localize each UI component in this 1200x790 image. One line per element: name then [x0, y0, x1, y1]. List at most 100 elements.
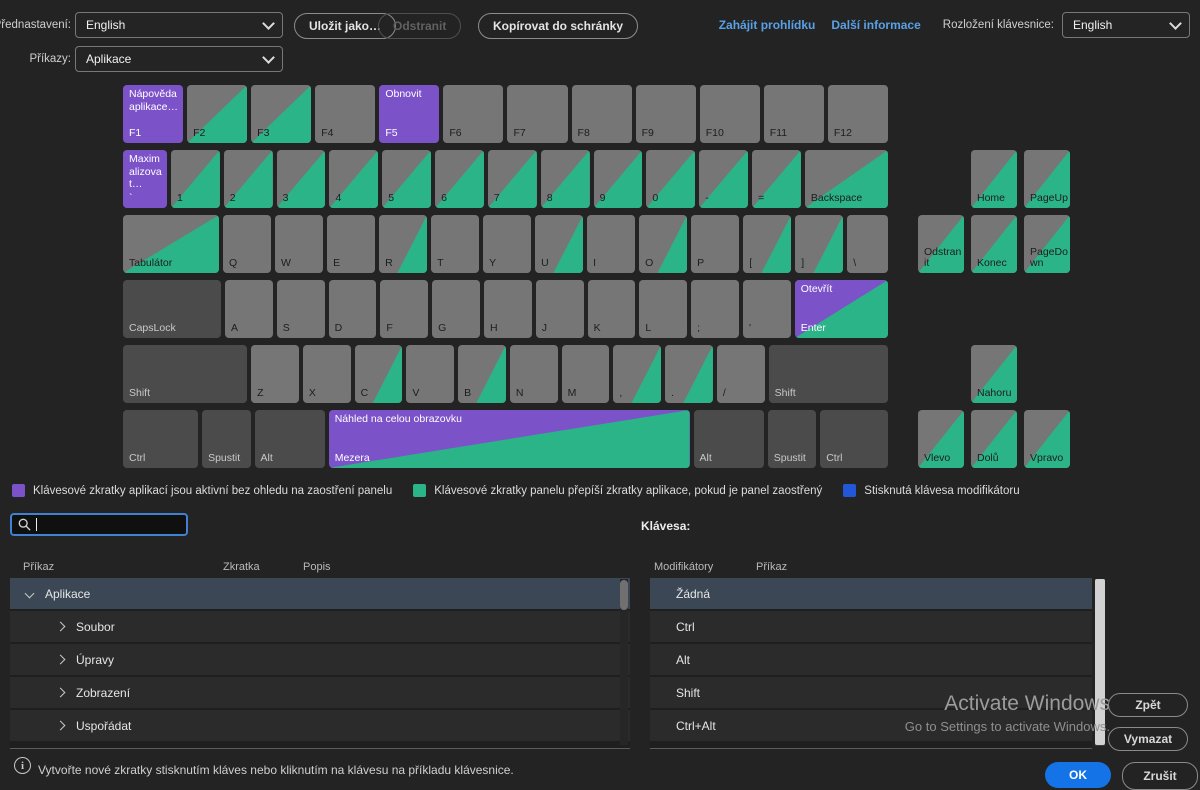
command-row[interactable]: Zobrazení	[10, 677, 630, 708]
preset-select[interactable]: English	[75, 12, 283, 38]
key-P[interactable]: P	[691, 215, 740, 273]
key-7[interactable]: 7	[487, 150, 537, 208]
command-row[interactable]: Úpravy	[10, 644, 630, 675]
chevron-right-icon[interactable]	[55, 654, 66, 665]
key-Vpravo[interactable]: Vpravo	[1024, 410, 1070, 468]
key-4[interactable]: 4	[329, 150, 379, 208]
key-Ctrl[interactable]: Ctrl	[820, 410, 888, 468]
key-0[interactable]: 0	[646, 150, 696, 208]
key-=[interactable]: =	[752, 150, 801, 208]
scrollbar[interactable]	[620, 579, 628, 745]
key-Alt[interactable]: Alt	[254, 410, 325, 468]
key-T[interactable]: T	[431, 215, 480, 273]
key-`[interactable]: Maximalizovat… `	[123, 150, 167, 208]
key-B[interactable]: B	[458, 345, 506, 403]
key-][interactable]: ]	[795, 215, 844, 273]
key-\[interactable]: \	[847, 215, 889, 273]
key-F5[interactable]: Obnovit F5	[379, 85, 440, 143]
key-6[interactable]: 6	[435, 150, 484, 208]
key-C[interactable]: C	[354, 345, 403, 403]
undo-button[interactable]: Zpět	[1108, 693, 1188, 717]
key-F1[interactable]: Nápověda aplikace… F1	[123, 85, 184, 143]
key-Spustit[interactable]: Spustit	[202, 410, 251, 468]
ok-button[interactable]: OK	[1045, 762, 1111, 788]
key-Alt[interactable]: Alt	[693, 410, 764, 468]
key-S[interactable]: S	[276, 280, 325, 338]
key-,[interactable]: ,	[613, 345, 662, 403]
key-F2[interactable]: F2	[187, 85, 248, 143]
key-3[interactable]: 3	[276, 150, 326, 208]
key-I[interactable]: I	[587, 215, 636, 273]
key-1[interactable]: 1	[170, 150, 220, 208]
key-Shift[interactable]: Shift	[123, 345, 248, 403]
modifier-row[interactable]: Alt	[650, 644, 1092, 675]
key-[[interactable]: [	[743, 215, 792, 273]
key-F12[interactable]: F12	[827, 85, 888, 143]
key-5[interactable]: 5	[382, 150, 432, 208]
key-F3[interactable]: F3	[251, 85, 312, 143]
key-8[interactable]: 8	[540, 150, 590, 208]
key-Mezera[interactable]: Náhled na celou obrazovku Mezera	[328, 410, 690, 468]
commands-select[interactable]: Aplikace	[75, 46, 283, 72]
command-row[interactable]: Aplikace	[10, 578, 630, 609]
key-M[interactable]: M	[561, 345, 610, 403]
clear-button[interactable]: Vymazat	[1108, 727, 1188, 751]
key-F10[interactable]: F10	[699, 85, 760, 143]
key-Nahoru[interactable]: Nahoru	[971, 345, 1017, 403]
chevron-right-icon[interactable]	[55, 720, 66, 731]
key-F4[interactable]: F4	[315, 85, 376, 143]
key-CapsLock[interactable]: CapsLock	[123, 280, 221, 338]
key-R[interactable]: R	[379, 215, 428, 273]
modifier-row[interactable]: Shift	[650, 677, 1092, 708]
remove-button[interactable]: Odstranit	[378, 13, 462, 39]
key-W[interactable]: W	[275, 215, 324, 273]
copy-to-clipboard-button[interactable]: Kopírovat do schránky	[478, 13, 639, 39]
key-Z[interactable]: Z	[251, 345, 299, 403]
key-Spustit[interactable]: Spustit	[767, 410, 817, 468]
command-row[interactable]: Uspořádat	[10, 710, 630, 741]
modifier-row[interactable]: Ctrl+Alt	[650, 710, 1092, 741]
chevron-right-icon[interactable]	[55, 687, 66, 698]
key-PageDown[interactable]: PageDown	[1024, 215, 1070, 273]
key-F11[interactable]: F11	[763, 85, 824, 143]
key-Dolů[interactable]: Dolů	[971, 410, 1017, 468]
key-F6[interactable]: F6	[443, 85, 504, 143]
key-O[interactable]: O	[639, 215, 688, 273]
key-2[interactable]: 2	[223, 150, 273, 208]
key-F[interactable]: F	[380, 280, 429, 338]
key-Konec[interactable]: Konec	[971, 215, 1017, 273]
key-L[interactable]: L	[639, 280, 688, 338]
key-'[interactable]: '	[742, 280, 791, 338]
key-Home[interactable]: Home	[971, 150, 1017, 208]
key-Odstranit[interactable]: Odstranit	[918, 215, 964, 273]
scrollbar[interactable]	[1095, 579, 1105, 746]
search-box[interactable]	[10, 513, 188, 536]
scrollbar-thumb[interactable]	[620, 580, 628, 610]
key-Tabulátor[interactable]: Tabulátor	[123, 215, 220, 273]
key-U[interactable]: U	[535, 215, 584, 273]
command-row[interactable]: Soubor	[10, 611, 630, 642]
key-PageUp[interactable]: PageUp	[1024, 150, 1070, 208]
cancel-button[interactable]: Zrušit	[1122, 762, 1198, 790]
key-K[interactable]: K	[587, 280, 636, 338]
key-J[interactable]: J	[535, 280, 584, 338]
key-Y[interactable]: Y	[483, 215, 532, 273]
key-Vlevo[interactable]: Vlevo	[918, 410, 964, 468]
key-/[interactable]: /	[716, 345, 765, 403]
key-Q[interactable]: Q	[223, 215, 272, 273]
key-F7[interactable]: F7	[507, 85, 568, 143]
key--[interactable]: -	[699, 150, 749, 208]
key-9[interactable]: 9	[593, 150, 643, 208]
key-;[interactable]: ;	[691, 280, 739, 338]
keyboard-layout-select[interactable]: English	[1062, 12, 1190, 38]
key-G[interactable]: G	[432, 280, 480, 338]
key-N[interactable]: N	[509, 345, 558, 403]
key-Ctrl[interactable]: Ctrl	[123, 410, 199, 468]
key-F8[interactable]: F8	[571, 85, 632, 143]
start-tour-link[interactable]: Zahájit prohlídku	[719, 18, 816, 32]
scrollbar-thumb[interactable]	[1095, 579, 1105, 745]
key-.[interactable]: .	[665, 345, 713, 403]
search-input[interactable]	[42, 517, 180, 532]
key-A[interactable]: A	[224, 280, 273, 338]
key-E[interactable]: E	[327, 215, 376, 273]
